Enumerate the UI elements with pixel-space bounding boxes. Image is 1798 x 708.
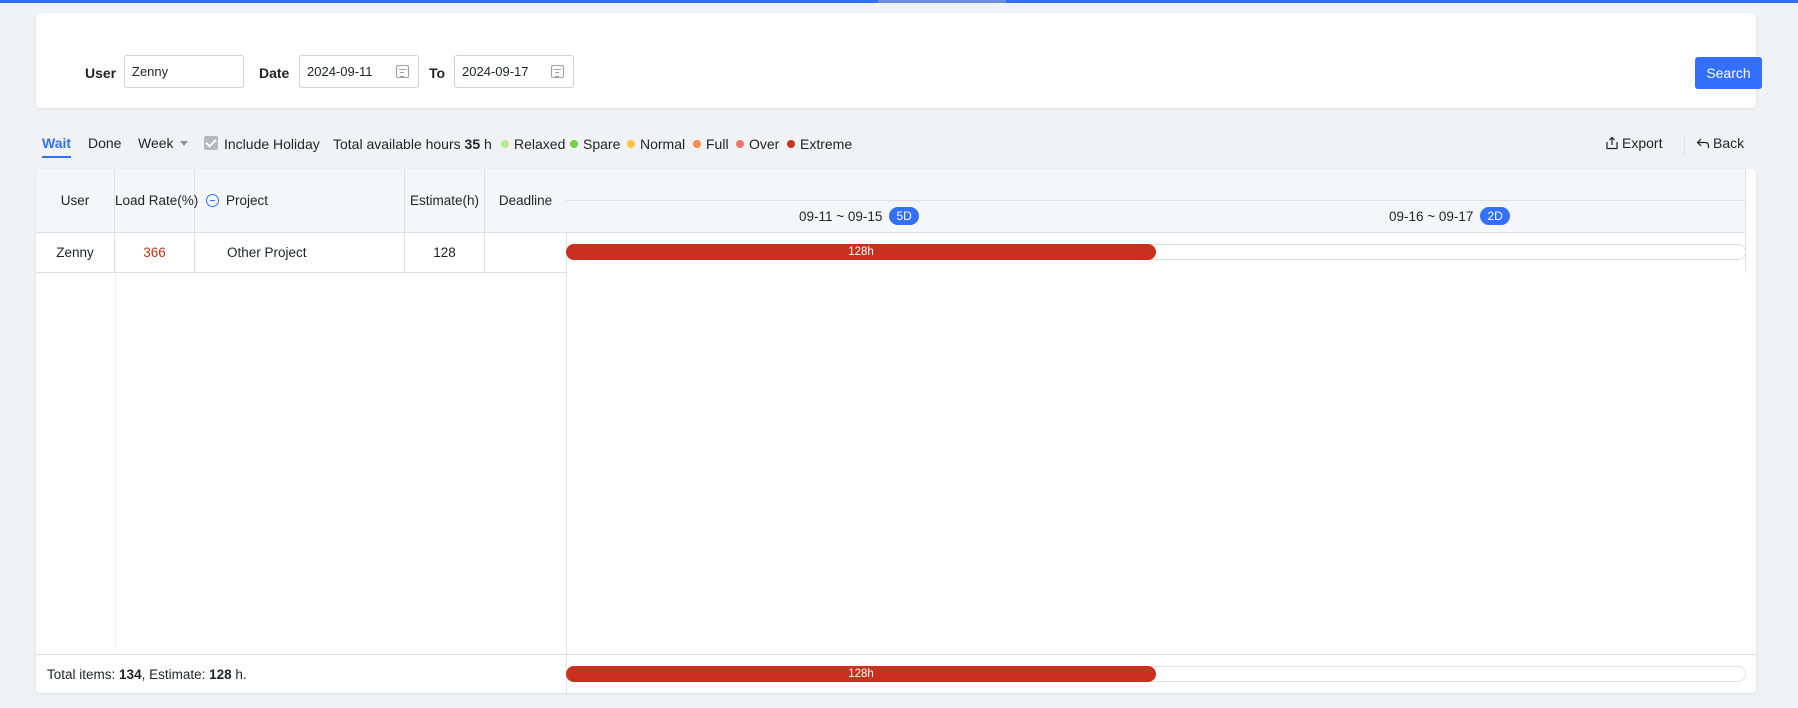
date-from-value: 2024-09-11	[307, 64, 373, 79]
period-select[interactable]: Week	[138, 135, 188, 151]
column-divider	[115, 273, 116, 649]
export-button[interactable]: Export	[1605, 135, 1662, 151]
date-to-value: 2024-09-17	[462, 64, 529, 79]
column-header-project-label: Project	[226, 193, 269, 208]
legend-label: Normal	[640, 136, 686, 152]
toolbar-divider	[1684, 135, 1685, 155]
chevron-down-icon	[179, 141, 188, 146]
total-hours-prefix: Total available hours	[333, 136, 461, 152]
cell-deadline	[485, 233, 566, 273]
estimate-suffix: h.	[235, 667, 247, 682]
estimate-prefix: , Estimate:	[141, 667, 206, 682]
legend-dot	[736, 140, 744, 148]
to-label: To	[429, 65, 446, 81]
legend-over: Over	[736, 136, 779, 152]
workload-grid: User Load Rate(%) Project Estimate(h) De…	[36, 169, 1756, 693]
legend-relaxed: Relaxed	[501, 136, 565, 152]
calendar-icon[interactable]	[551, 65, 564, 78]
period-days-badge: 5D	[889, 207, 919, 225]
total-hours-value: 35	[464, 136, 481, 152]
column-header-project[interactable]: Project	[195, 169, 405, 233]
tab-done[interactable]: Done	[88, 135, 121, 151]
back-button[interactable]: Back	[1696, 135, 1744, 151]
legend-dot	[787, 140, 795, 148]
tab-wait[interactable]: Wait	[42, 135, 71, 151]
search-button[interactable]: Search	[1695, 57, 1762, 89]
total-hours-unit: h	[484, 136, 492, 152]
timeline-header: 09-11 ~ 09-15 5D 09-16 ~ 09-17 2D	[566, 169, 1746, 233]
items-prefix: Total items:	[47, 667, 116, 682]
summary-workload-bar[interactable]: 128h	[566, 666, 1156, 682]
back-arrow-icon	[1696, 138, 1710, 148]
back-label: Back	[1713, 135, 1745, 151]
legend-normal: Normal	[627, 136, 685, 152]
summary-text: Total items: 134, Estimate: 128 h.	[47, 667, 247, 682]
total-available-hours: Total available hours 35 h	[333, 136, 492, 152]
period-column-1: 09-11 ~ 09-15 5D	[799, 207, 919, 225]
cell-load-rate: 366	[115, 233, 195, 273]
summary-footer: Total items: 134, Estimate: 128 h. 128h	[36, 654, 1756, 693]
legend-label: Spare	[583, 136, 621, 152]
legend-label: Over	[749, 136, 780, 152]
period-range: 09-11 ~ 09-15	[799, 209, 883, 224]
column-header-estimate[interactable]: Estimate(h)	[405, 169, 485, 233]
include-holiday-checkbox[interactable]	[204, 136, 218, 150]
cell-estimate: 128	[405, 233, 485, 273]
table-row[interactable]: Zenny 366 Other Project 128	[36, 233, 566, 273]
period-column-2: 09-16 ~ 09-17 2D	[1389, 207, 1510, 225]
period-days-badge: 2D	[1480, 207, 1510, 225]
user-label: User	[85, 65, 117, 81]
timeline-header-divider	[566, 200, 1746, 201]
calendar-icon[interactable]	[396, 65, 409, 78]
date-from-input[interactable]: 2024-09-11	[299, 55, 419, 88]
user-input[interactable]	[124, 55, 244, 88]
active-tab-indicator	[42, 156, 71, 158]
estimate-value: 128	[209, 667, 232, 682]
export-label: Export	[1622, 135, 1663, 151]
legend-extreme: Extreme	[787, 136, 852, 152]
filter-panel: User Date 2024-09-11 To 2024-09-17 Searc…	[36, 13, 1762, 108]
view-toolbar: Wait Done Week Include Holiday Total ava…	[0, 130, 1798, 160]
table-header: User Load Rate(%) Project Estimate(h) De…	[36, 169, 566, 233]
cell-user: Zenny	[36, 233, 115, 273]
legend-label: Relaxed	[514, 136, 566, 152]
collapse-icon[interactable]	[206, 194, 219, 207]
include-holiday-label[interactable]: Include Holiday	[224, 136, 320, 152]
export-icon	[1606, 136, 1618, 150]
legend-dot	[627, 140, 635, 148]
column-header-deadline[interactable]: Deadline	[485, 169, 566, 233]
cell-project: Other Project	[195, 233, 405, 273]
column-header-load-rate[interactable]: Load Rate(%)	[115, 169, 198, 233]
column-header-user[interactable]: User	[36, 169, 115, 233]
legend-label: Full	[706, 136, 729, 152]
legend-spare: Spare	[570, 136, 620, 152]
date-to-input[interactable]: 2024-09-17	[454, 55, 574, 88]
legend-label: Extreme	[800, 136, 853, 152]
date-label: Date	[259, 65, 290, 81]
legend-dot	[693, 140, 701, 148]
legend-dot	[570, 140, 578, 148]
workload-bar[interactable]: 128h	[566, 244, 1156, 260]
legend-full: Full	[693, 136, 729, 152]
items-value: 134	[119, 667, 142, 682]
period-range: 09-16 ~ 09-17	[1389, 209, 1474, 224]
period-select-value: Week	[138, 135, 174, 151]
timeline-right-edge	[1745, 169, 1746, 273]
top-progress-bar	[0, 0, 1798, 3]
legend-dot	[501, 140, 509, 148]
